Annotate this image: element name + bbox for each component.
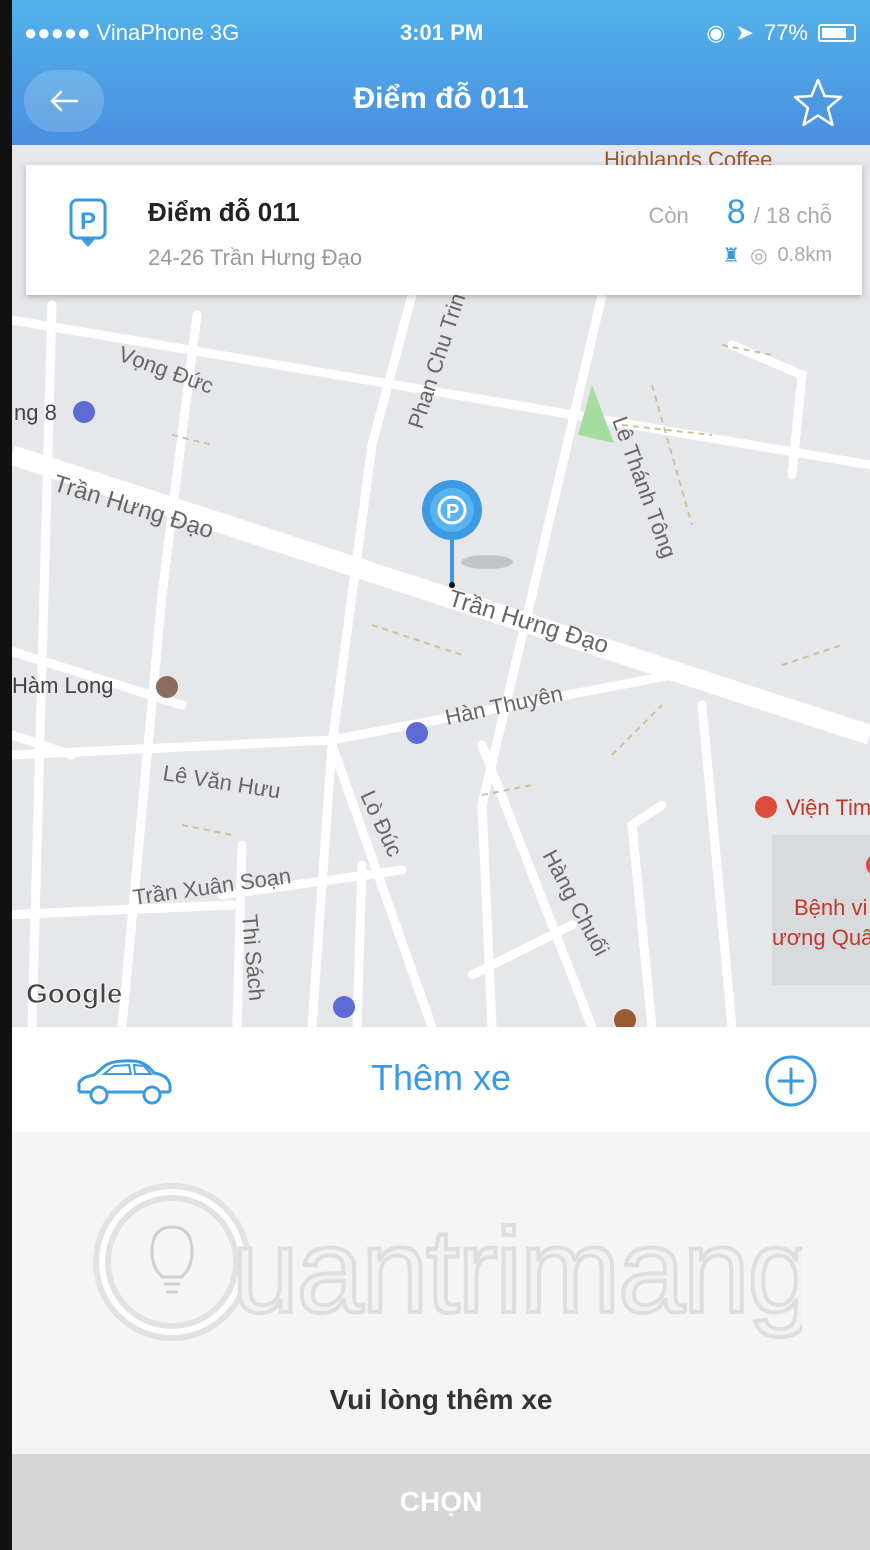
- bus-stop-icon: [73, 401, 95, 423]
- nav-bar: Điểm đỗ 011: [12, 62, 870, 145]
- add-vehicle-label[interactable]: Thêm xe: [12, 1057, 870, 1099]
- svg-text:P: P: [446, 501, 459, 523]
- google-attribution: Google: [26, 978, 122, 1009]
- availability: Còn 8 / 18 chỗ: [648, 193, 832, 232]
- select-button[interactable]: CHỌN: [12, 1454, 870, 1550]
- battery-percent: 77%: [763, 20, 808, 45]
- add-vehicle-button[interactable]: [764, 1054, 818, 1113]
- poi-label: ương Quâ: [772, 925, 870, 950]
- available-count: 8: [726, 193, 746, 231]
- app-frame: ●●●●● VinaPhone 3G 3:01 PM ◉ ➤ 77% Điểm …: [0, 0, 870, 1550]
- navigation-arrow-icon: ➤: [735, 20, 754, 45]
- vehicle-list-empty: uantrimang Vui lòng thêm xe: [12, 1132, 870, 1454]
- carrier-label: ●●●●● VinaPhone 3G: [24, 20, 240, 45]
- empty-message: Vui lòng thêm xe: [329, 1384, 553, 1415]
- guard-icon: ♜: [722, 245, 741, 267]
- street-label: Hàm Long: [12, 673, 114, 698]
- parking-marker[interactable]: P: [422, 480, 513, 588]
- svg-text:uantrimang: uantrimang: [232, 1204, 802, 1338]
- clock: 3:01 PM: [400, 20, 484, 45]
- poi-label: Bệnh vi: [794, 895, 867, 920]
- app-screen: ●●●●● VinaPhone 3G 3:01 PM ◉ ➤ 77% Điểm …: [12, 0, 870, 1550]
- location-lock-icon: ◉: [706, 20, 726, 45]
- street-label: Lê Văn Hưu: [161, 760, 282, 803]
- location-pin-icon: ◎: [750, 245, 768, 267]
- hospital-icon: [755, 796, 777, 818]
- capacity-label: / 18 chỗ: [753, 203, 832, 228]
- svg-text:P: P: [80, 208, 96, 235]
- distance-value: 0.8km: [777, 244, 832, 266]
- watermark-logo: uantrimang: [93, 1183, 802, 1341]
- status-bar: ●●●●● VinaPhone 3G 3:01 PM ◉ ➤ 77%: [12, 0, 870, 62]
- street-label: ng 8: [14, 400, 57, 425]
- parking-icon: P: [68, 197, 108, 262]
- plus-circle-icon: [765, 1055, 817, 1107]
- battery-icon: [818, 24, 856, 42]
- temple-icon: [333, 996, 355, 1018]
- favorite-button[interactable]: [788, 74, 848, 134]
- temple-icon: [406, 722, 428, 744]
- page-title: Điểm đỗ 011: [353, 82, 529, 115]
- poi-label: Viện Tim: [786, 795, 870, 820]
- header: ●●●●● VinaPhone 3G 3:01 PM ◉ ➤ 77% Điểm …: [12, 0, 870, 145]
- remaining-label: Còn: [648, 203, 689, 228]
- street-label: Hàng Chuối: [538, 846, 615, 960]
- parking-address: 24-26 Trần Hưng Đạo: [148, 245, 363, 270]
- parking-name: Điểm đỗ 011: [148, 197, 300, 227]
- status-right: ◉ ➤ 77%: [706, 20, 856, 46]
- cafe-icon: [614, 1009, 636, 1027]
- distance-info: ♜ ◎ 0.8km: [722, 243, 832, 268]
- star-icon: [793, 78, 843, 127]
- parking-info-card[interactable]: P Điểm đỗ 011 24-26 Trần Hưng Đạo Còn 8 …: [26, 165, 862, 295]
- place-icon: [156, 676, 178, 698]
- vehicle-bar[interactable]: Thêm xe: [12, 1027, 870, 1132]
